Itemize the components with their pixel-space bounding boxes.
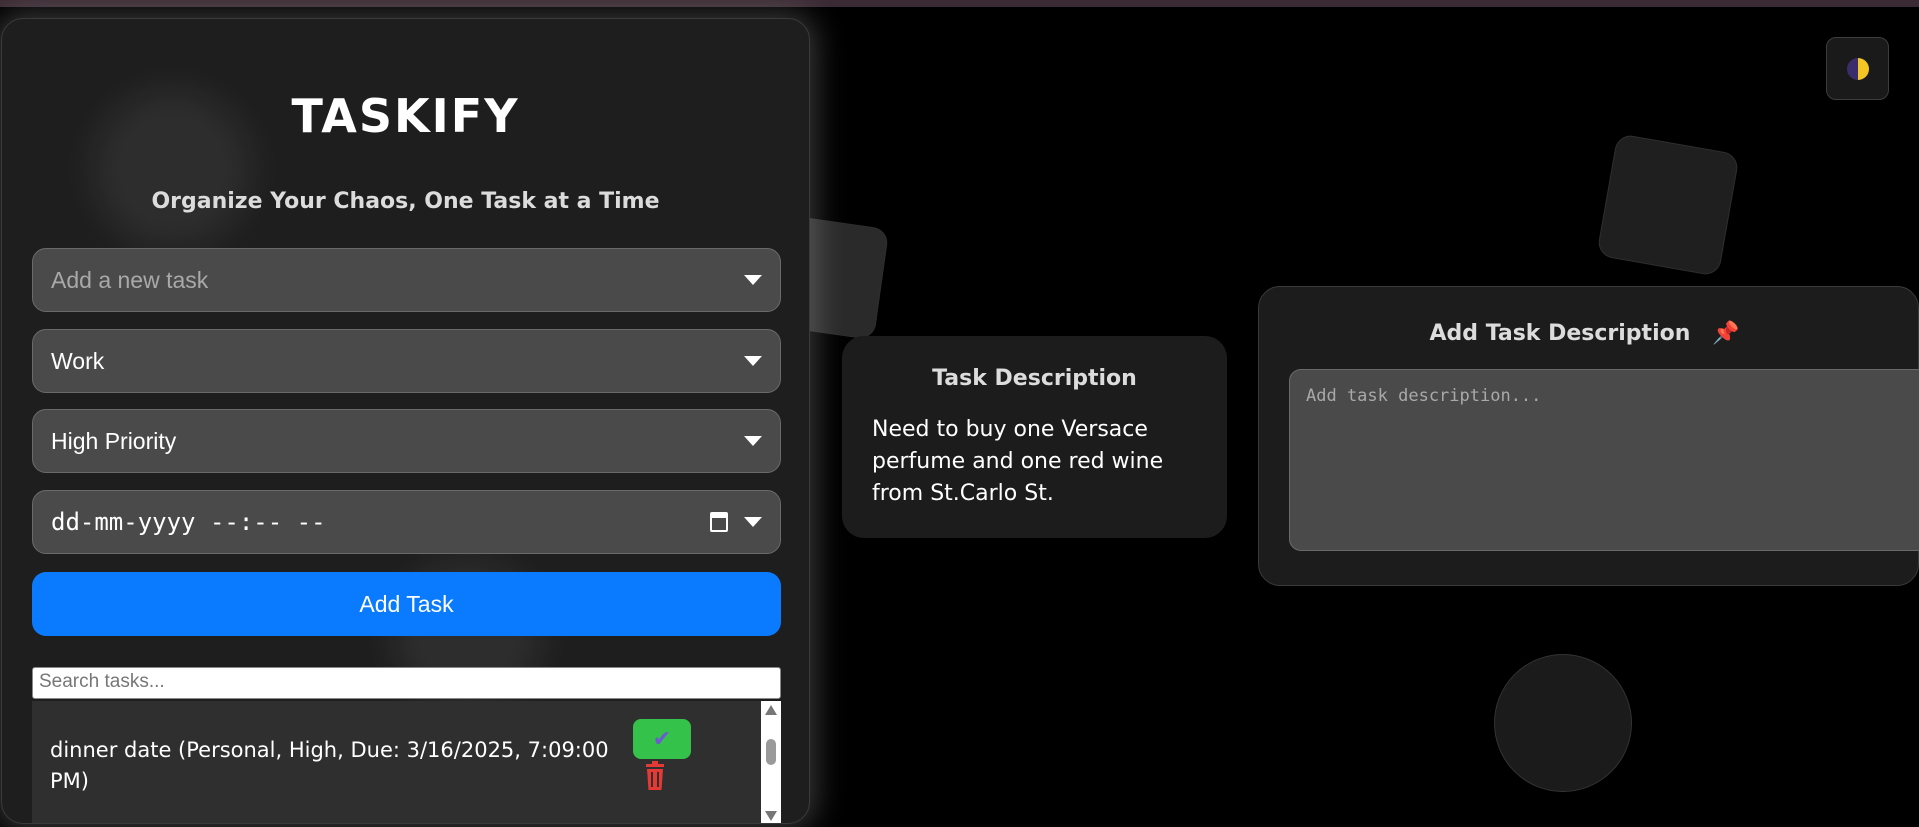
add-description-card: Add Task Description 📌 Add task descript…	[1258, 286, 1919, 586]
due-datetime-input[interactable]: dd-mm-yyyy --:-- --	[32, 490, 781, 554]
scroll-up-icon[interactable]	[765, 705, 777, 715]
task-form-card: TASKIFY Organize Your Chaos, One Task at…	[1, 18, 810, 824]
task-input[interactable]: Add a new task	[32, 248, 781, 312]
priority-select[interactable]: High Priority	[32, 409, 781, 473]
theme-toggle-icon	[1846, 57, 1869, 80]
task-description-body: Need to buy one Versace perfume and one …	[872, 417, 1164, 506]
description-textarea[interactable]: Add task description...	[1289, 369, 1919, 551]
priority-value: High Priority	[51, 427, 177, 454]
check-icon: ✔	[652, 726, 672, 752]
scroll-thumb[interactable]	[766, 739, 776, 765]
chevron-down-icon	[744, 356, 762, 366]
app-subtitle: Organize Your Chaos, One Task at a Time	[151, 189, 660, 214]
trash-icon	[646, 761, 664, 790]
chevron-down-icon	[744, 275, 762, 285]
delete-task-button[interactable]	[644, 761, 666, 791]
pushpin-icon: 📌	[1712, 321, 1740, 346]
category-value: Work	[51, 347, 105, 374]
datetime-placeholder: dd-mm-yyyy --:-- --	[51, 508, 326, 536]
list-item: dinner date (Personal, High, Due: 3/16/2…	[32, 701, 761, 823]
calendar-icon[interactable]	[710, 512, 728, 532]
scroll-down-icon[interactable]	[765, 811, 777, 821]
chevron-down-icon	[744, 436, 762, 446]
add-description-header: Add Task Description 📌	[1259, 321, 1919, 346]
decorative-circle	[1494, 654, 1632, 792]
task-text: dinner date (Personal, High, Due: 3/16/2…	[50, 738, 609, 793]
search-input[interactable]: Search tasks...	[32, 667, 781, 699]
theme-toggle-button[interactable]	[1826, 37, 1889, 100]
add-description-title: Add Task Description	[1429, 321, 1691, 346]
task-description-title: Task Description	[932, 366, 1137, 391]
category-select[interactable]: Work	[32, 329, 781, 393]
task-description-card: Task Description Need to buy one Versace…	[842, 336, 1227, 538]
chevron-down-icon	[744, 517, 762, 527]
app-title: TASKIFY	[291, 89, 520, 143]
task-input-placeholder: Add a new task	[51, 266, 209, 293]
add-task-button[interactable]: Add Task	[32, 572, 781, 636]
complete-task-button[interactable]: ✔	[633, 719, 691, 759]
task-list-scrollbar[interactable]	[761, 701, 781, 823]
decorative-square	[1596, 133, 1740, 277]
task-list: dinner date (Personal, High, Due: 3/16/2…	[32, 701, 781, 823]
window-top-bar	[0, 0, 1919, 7]
